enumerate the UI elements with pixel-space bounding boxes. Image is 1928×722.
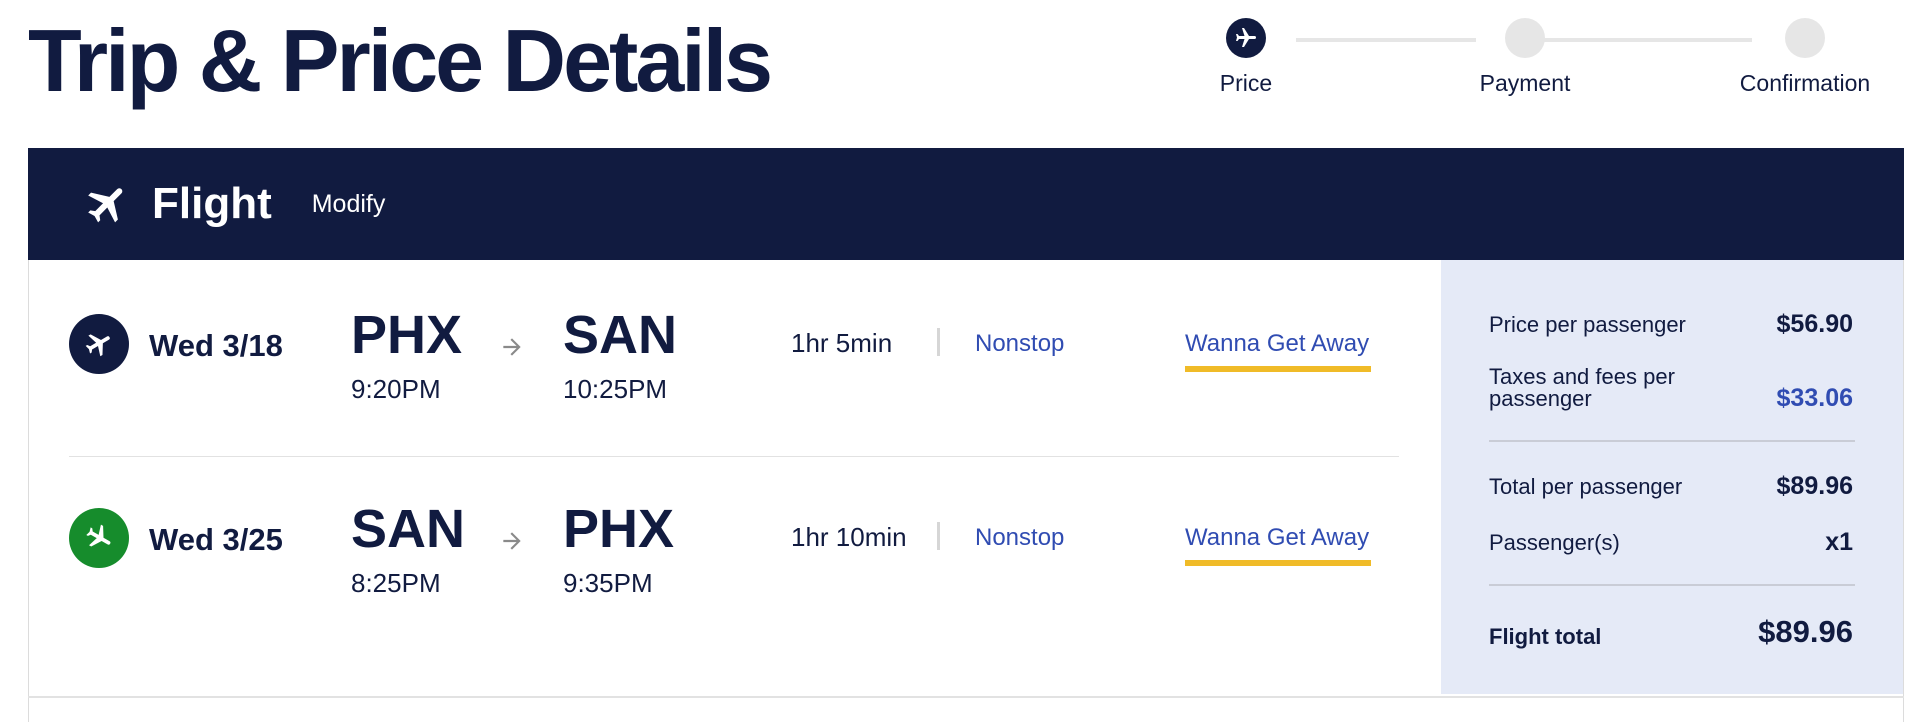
- price-summary-panel: Price per passenger $56.90 Taxes and fee…: [1441, 260, 1903, 694]
- flight-leg-outbound: Wed 3/18 PHX 9:20PM SAN 10:25PM 1hr 5min…: [69, 260, 1399, 404]
- divider: [1489, 440, 1855, 442]
- divider: [937, 328, 940, 356]
- airplane-icon: [1236, 28, 1256, 47]
- step-payment: Payment: [1435, 18, 1615, 97]
- fare-underline: [1185, 560, 1371, 566]
- arrive-airport: PHX: [563, 499, 675, 559]
- leg-date: Wed 3/25: [149, 522, 283, 557]
- stops-link[interactable]: Nonstop: [975, 524, 1064, 552]
- step-label: Price: [1219, 70, 1273, 96]
- flight-legs: Wed 3/18 PHX 9:20PM SAN 10:25PM 1hr 5min…: [29, 260, 1441, 722]
- flight-header-bar: Flight Modify: [28, 148, 1904, 260]
- taxes-label-cont: passenger: [1489, 386, 1592, 411]
- arrive-airport: SAN: [563, 305, 678, 365]
- stops-link[interactable]: Nonstop: [975, 330, 1064, 358]
- airplane-icon: [84, 180, 132, 228]
- total-per-passenger-label: Total per passenger: [1489, 474, 1683, 499]
- page-title: Trip & Price Details: [28, 11, 773, 110]
- step-dot: [1505, 18, 1545, 58]
- depart-airport: SAN: [351, 499, 466, 559]
- arrive-time: 9:35PM: [563, 568, 653, 598]
- departing-flight-icon: [69, 314, 129, 374]
- section-title: Flight: [152, 179, 272, 228]
- flight-total-label: Flight total: [1489, 624, 1602, 649]
- flight-leg-return: Wed 3/25 SAN 8:25PM PHX 9:35PM 1hr 10min…: [69, 454, 1399, 598]
- returning-flight-icon: [69, 508, 129, 568]
- progress-stepper: Price Payment Confirmation: [1180, 18, 1900, 98]
- flight-duration: 1hr 5min: [791, 328, 893, 358]
- step-confirmation: Confirmation: [1715, 18, 1895, 97]
- arrow-right-icon: [499, 334, 525, 365]
- price-per-passenger-label: Price per passenger: [1489, 312, 1686, 337]
- leg-date: Wed 3/18: [149, 328, 283, 363]
- passengers-count: x1: [1825, 528, 1853, 556]
- depart-airport: PHX: [351, 305, 463, 365]
- total-per-passenger-value: $89.96: [1776, 472, 1853, 500]
- arrow-right-icon: [499, 528, 525, 559]
- flight-duration: 1hr 10min: [791, 522, 907, 552]
- depart-time: 9:20PM: [351, 374, 441, 404]
- fare-type-link[interactable]: Wanna Get Away: [1185, 524, 1369, 552]
- step-label: Confirmation: [1739, 70, 1871, 96]
- divider: [1489, 584, 1855, 586]
- divider: [28, 696, 1904, 698]
- step-dot-active: [1226, 18, 1266, 58]
- passengers-label: Passenger(s): [1489, 530, 1620, 555]
- price-per-passenger-value: $56.90: [1776, 310, 1853, 338]
- step-price: Price: [1156, 18, 1336, 97]
- fare-type-link[interactable]: Wanna Get Away: [1185, 330, 1369, 358]
- step-dot: [1785, 18, 1825, 58]
- step-label: Payment: [1479, 70, 1571, 96]
- modify-link[interactable]: Modify: [312, 190, 386, 219]
- flight-total-value: $89.96: [1758, 614, 1853, 649]
- divider: [937, 522, 940, 550]
- depart-time: 8:25PM: [351, 568, 441, 598]
- taxes-value-link[interactable]: $33.06: [1777, 384, 1853, 413]
- arrive-time: 10:25PM: [563, 374, 668, 404]
- flight-details: Wed 3/18 PHX 9:20PM SAN 10:25PM 1hr 5min…: [28, 260, 1904, 722]
- taxes-label: Taxes and fees per: [1489, 364, 1675, 389]
- fare-underline: [1185, 366, 1371, 372]
